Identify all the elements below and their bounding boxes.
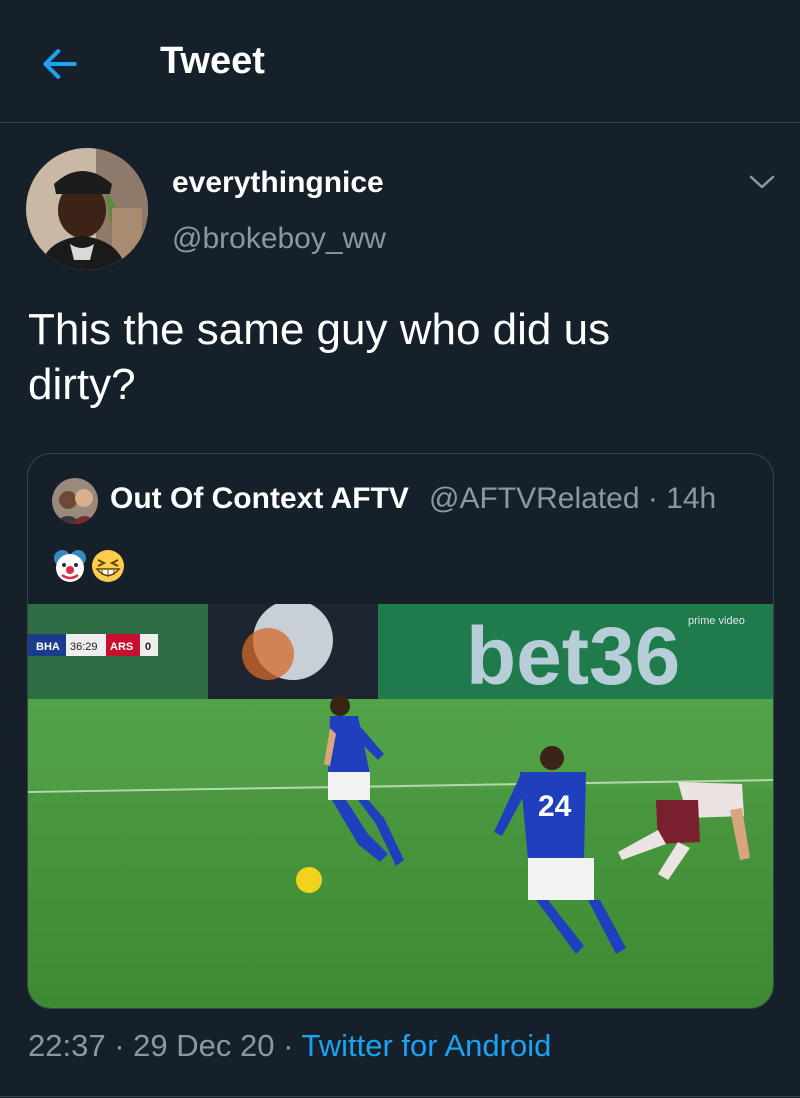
back-button[interactable] (36, 40, 84, 88)
tweet-time: 22:37 (28, 1028, 106, 1063)
tweet-text-line: This the same guy who did us (28, 305, 611, 354)
quoted-handle-time: @AFTVRelated · 14h (429, 482, 717, 515)
tweet-text-line: dirty? (28, 360, 136, 409)
video-player[interactable]: bet36 prime video BHA 36:29 ARS 0 24 (28, 604, 773, 1008)
page-title: Tweet (160, 40, 265, 82)
player-shirt-number: 24 (538, 790, 572, 823)
scoreboard-home: BHA (36, 641, 60, 653)
quoted-tweet-emojis (52, 548, 126, 584)
quoted-author-avatar[interactable] (52, 478, 98, 524)
author-display-name[interactable]: everythingnice (172, 166, 384, 200)
chevron-down-icon (749, 175, 775, 189)
scoreboard-clock: 36:29 (70, 641, 98, 653)
grinning-squinting-face-icon (92, 550, 124, 582)
ad-board-text: bet36 (466, 611, 680, 702)
arrow-left-icon (43, 49, 77, 79)
tweet-menu-button[interactable] (740, 166, 784, 198)
clown-face-icon (54, 550, 86, 582)
quoted-author-name: Out Of Context AFTV (110, 482, 409, 515)
quoted-tweet-card[interactable]: Out Of Context AFTV @AFTVRelated · 14h b… (27, 453, 774, 1009)
avatar[interactable] (26, 148, 148, 270)
tweet-text: This the same guy who did us dirty? (28, 302, 768, 412)
scoreboard-away-score: 0 (145, 641, 151, 653)
top-bar: Tweet (0, 0, 800, 123)
scoreboard-away: ARS (110, 641, 133, 653)
broadcast-watermark: prime video (688, 615, 745, 627)
divider (0, 1096, 800, 1097)
tweet-timestamp: 22:37 · 29 Dec 20 · Twitter for Android (28, 1028, 551, 1064)
tweet-date: 29 Dec 20 (133, 1028, 275, 1063)
source-app-link[interactable]: Twitter for Android (301, 1028, 551, 1063)
author-handle[interactable]: @brokeboy_ww (172, 222, 386, 256)
separator-dot: · (283, 1028, 302, 1063)
separator-dot: · (114, 1028, 134, 1063)
